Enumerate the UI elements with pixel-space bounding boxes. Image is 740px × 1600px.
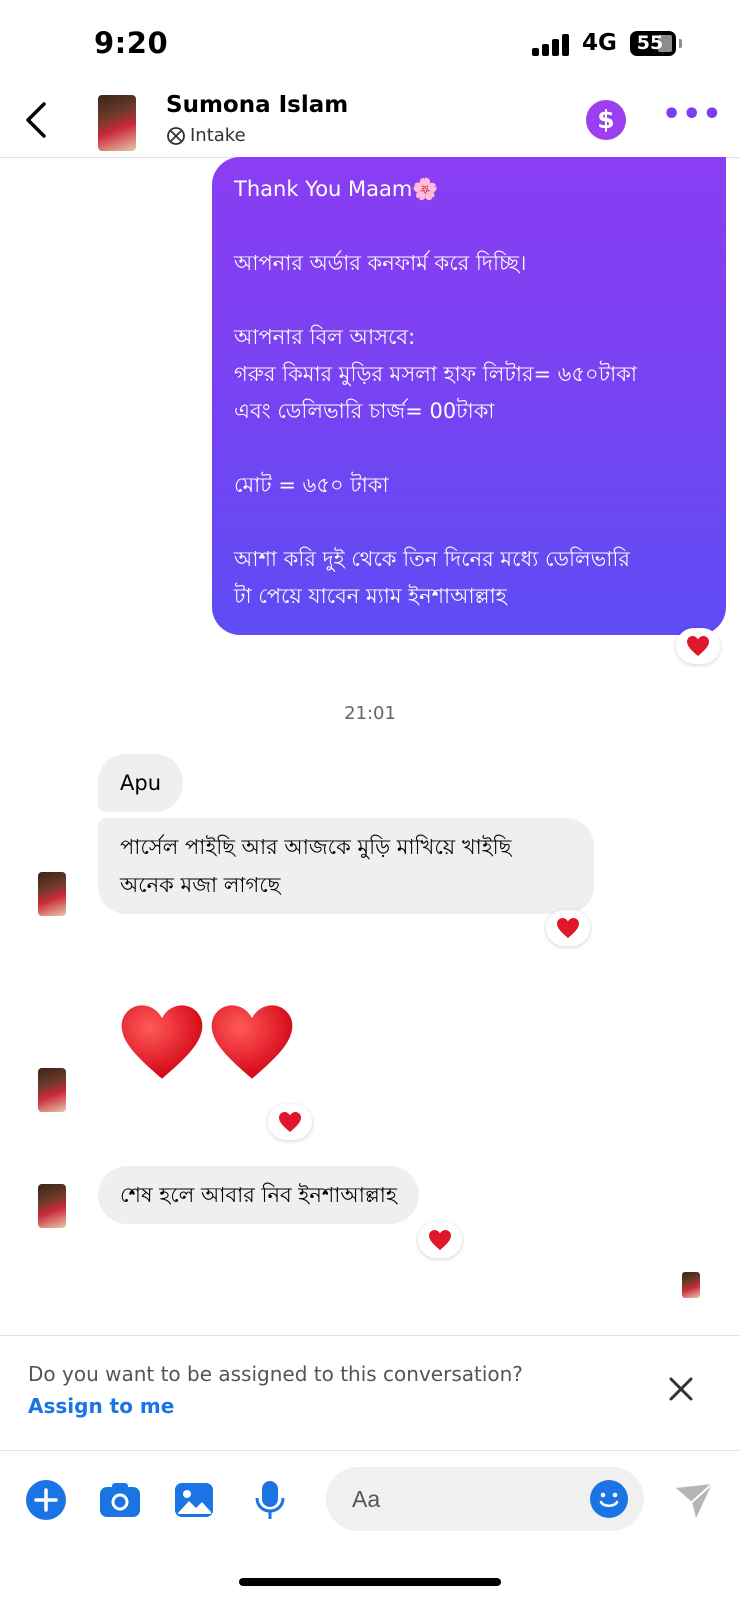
contact-stage-label: Intake [190, 125, 246, 146]
close-icon [669, 1377, 693, 1401]
emoji-button[interactable] [590, 1480, 628, 1518]
image-icon [175, 1483, 213, 1517]
heart-icon [121, 1005, 203, 1079]
close-banner-button[interactable] [664, 1372, 698, 1406]
message-timestamp: 21:01 [344, 703, 396, 724]
send-button[interactable] [672, 1478, 716, 1522]
message-line: আপনার বিল আসবে: [234, 325, 416, 349]
more-options-button[interactable]: ••• [662, 100, 722, 140]
network-label: 4G [582, 30, 617, 56]
heart-icon [211, 1005, 293, 1079]
status-time: 9:20 [94, 26, 169, 60]
message-line [234, 504, 708, 541]
hearts-emoji-message[interactable] [118, 1000, 298, 1090]
gallery-button[interactable] [172, 1478, 216, 1522]
message-line [234, 282, 708, 319]
contact-avatar-small [38, 872, 66, 916]
heart-icon [279, 1112, 301, 1132]
contact-stage[interactable]: Intake [166, 125, 246, 146]
seen-avatar [682, 1272, 700, 1298]
contact-avatar-small [38, 1068, 66, 1112]
intake-icon [167, 126, 185, 145]
send-icon [676, 1483, 713, 1518]
message-line: গরুর কিমার মুড়ির মসলা হাফ লিটার= ৬৫০টাক… [234, 362, 638, 386]
heart-icon [429, 1230, 451, 1250]
back-button[interactable] [18, 98, 58, 142]
payment-button[interactable]: $ [586, 100, 626, 140]
dollar-icon: $ [597, 105, 615, 134]
contact-name[interactable]: Sumona Islam [166, 92, 348, 118]
chat-header: Sumona Islam Intake $ ••• [0, 90, 740, 158]
home-indicator [239, 1578, 501, 1586]
heart-icon [557, 918, 579, 938]
chevron-left-icon [26, 102, 46, 138]
battery-level: 55 [636, 32, 664, 54]
message-line [234, 430, 708, 467]
message-composer [0, 1452, 740, 1562]
assign-to-me-link[interactable]: Assign to me [28, 1394, 174, 1418]
heart-reaction[interactable] [268, 1104, 312, 1140]
contact-avatar[interactable] [98, 95, 136, 151]
message-line: মোট = ৬৫০ টাকা [234, 473, 389, 497]
incoming-message-bubble[interactable]: পার্সেল পাইছি আর আজকে মুড়ি মাখিয়ে খাইছ… [98, 818, 594, 914]
camera-button[interactable] [98, 1478, 142, 1522]
add-button[interactable] [24, 1478, 68, 1522]
message-input-wrapper [326, 1467, 644, 1531]
signal-icon [532, 34, 572, 56]
assign-banner: Do you want to be assigned to this conve… [0, 1335, 740, 1451]
more-dots-icon: ••• [662, 97, 723, 132]
message-input[interactable] [352, 1481, 572, 1517]
heart-reaction[interactable] [546, 910, 590, 946]
heart-icon [687, 636, 709, 656]
contact-avatar-small [38, 1184, 66, 1228]
battery-icon: 55 [630, 31, 676, 56]
smiley-icon [599, 1492, 619, 1507]
message-line: টা পেয়ে যাবেন ম্যাম ইনশাআল্লাহ [234, 584, 507, 608]
microphone-icon [255, 1481, 285, 1519]
message-line: আশা করি দুই থেকে তিন দিনের মধ্যে ডেলিভার… [234, 547, 630, 571]
battery-cap [679, 39, 682, 48]
message-line: Thank You Maam🌸 [234, 177, 439, 201]
message-line: এবং ডেলিভারি চার্জ= 00টাকা [234, 399, 495, 423]
camera-icon [100, 1483, 140, 1517]
message-line [234, 208, 708, 245]
assign-question: Do you want to be assigned to this conve… [28, 1362, 523, 1386]
voice-button[interactable] [248, 1478, 292, 1522]
incoming-message-bubble[interactable]: শেষ হলে আবার নিব ইনশাআল্লাহ [98, 1166, 419, 1224]
status-bar: 9:20 4G 55 [0, 0, 740, 90]
incoming-message-bubble[interactable]: Apu [98, 754, 184, 812]
plus-icon [26, 1480, 66, 1520]
heart-reaction[interactable] [676, 628, 720, 664]
message-line: আপনার অর্ডার কনফার্ম করে দিচ্ছি। [234, 251, 527, 275]
heart-reaction[interactable] [418, 1222, 462, 1258]
outgoing-message-bubble[interactable]: Thank You Maam🌸 আপনার অর্ডার কনফার্ম করে… [212, 157, 726, 635]
